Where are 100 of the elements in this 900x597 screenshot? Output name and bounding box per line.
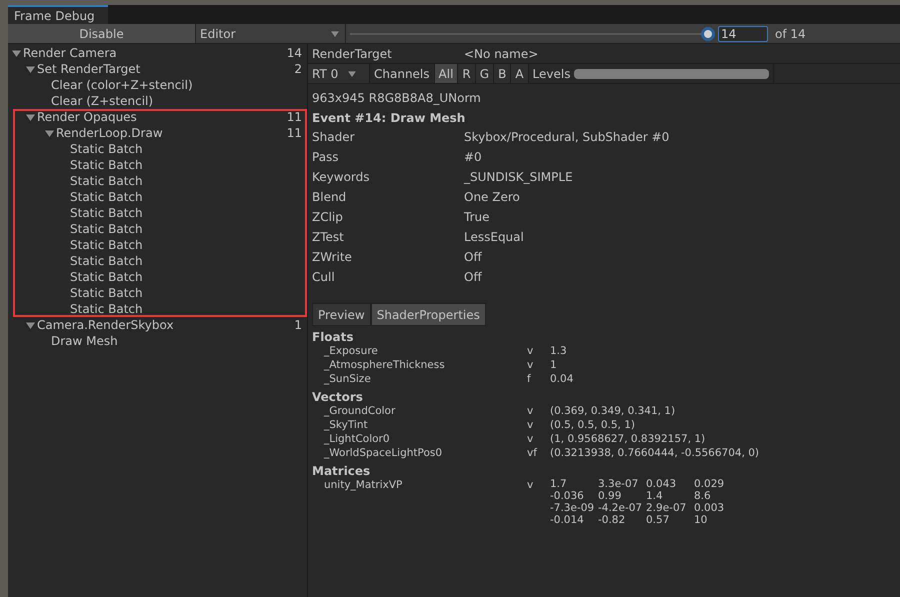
matrix-value: 8.6 bbox=[694, 490, 712, 502]
matrix-value: 3.3e-07 bbox=[598, 478, 640, 490]
tree-item[interactable]: Static Batch bbox=[70, 206, 302, 220]
tree-item[interactable]: Static Batch bbox=[70, 142, 302, 156]
view-tab[interactable]: ShaderProperties bbox=[370, 303, 486, 326]
tree-item[interactable]: Static Batch bbox=[70, 158, 302, 172]
tree-item[interactable]: Set RenderTarget bbox=[37, 62, 294, 76]
section-heading: Matrices bbox=[312, 463, 372, 478]
tree-item[interactable]: RenderLoop.Draw bbox=[56, 126, 287, 140]
shader-property-type: v bbox=[527, 418, 534, 432]
view-tab[interactable]: Preview bbox=[312, 303, 371, 326]
caret-icon[interactable] bbox=[45, 128, 54, 138]
property-label: Shader bbox=[312, 130, 356, 144]
tree-item[interactable]: Camera.RenderSkybox bbox=[37, 318, 294, 332]
field-label: RenderTarget bbox=[312, 46, 393, 60]
event-number-field[interactable]: 14 bbox=[718, 26, 768, 42]
shader-property-value: 1 bbox=[550, 358, 558, 372]
property-value: #0 bbox=[464, 150, 483, 164]
levels-label: Levels bbox=[532, 66, 570, 80]
matrix-value: 0.003 bbox=[694, 502, 726, 514]
property-value: One Zero bbox=[464, 190, 521, 204]
disable-button[interactable]: Disable bbox=[8, 24, 196, 43]
shader-property-value: 1.3 bbox=[550, 344, 568, 358]
channel-toggle[interactable]: G bbox=[476, 64, 494, 83]
property-label: Cull bbox=[312, 270, 336, 284]
event-count: 14 bbox=[286, 46, 302, 60]
event-title: Event #14: Draw Mesh bbox=[312, 110, 466, 127]
channel-toggle[interactable]: R bbox=[458, 64, 476, 83]
shader-property-type: vf bbox=[527, 446, 538, 460]
caret-icon[interactable] bbox=[26, 320, 35, 330]
property-value: True bbox=[464, 210, 490, 224]
matrix-value: 1.7 bbox=[550, 478, 568, 490]
dropdown-arrow-icon[interactable] bbox=[331, 30, 339, 36]
shader-property-value: 0.04 bbox=[550, 372, 574, 386]
property-value: LessEqual bbox=[464, 230, 525, 244]
property-value: Skybox/Procedural, SubShader #0 bbox=[464, 130, 670, 144]
matrix-value: 10 bbox=[694, 514, 708, 526]
matrix-value: -0.82 bbox=[598, 514, 626, 526]
tree-item[interactable]: Static Batch bbox=[70, 302, 302, 316]
shader-property-name: _AtmosphereThickness bbox=[324, 358, 446, 372]
tree-item[interactable]: Static Batch bbox=[70, 190, 302, 204]
caret-icon[interactable] bbox=[12, 48, 21, 58]
shader-property-type: v bbox=[527, 344, 534, 358]
event-count: 11 bbox=[286, 110, 302, 124]
caret-icon[interactable] bbox=[26, 64, 35, 74]
tree-item[interactable]: Render Camera bbox=[23, 46, 287, 60]
matrix-value: -0.036 bbox=[550, 490, 585, 502]
property-label: ZClip bbox=[312, 210, 344, 224]
tree-item[interactable]: Render Opaques bbox=[37, 110, 287, 124]
shader-property-type: f bbox=[527, 372, 532, 386]
matrix-value: 2.9e-07 bbox=[646, 502, 688, 514]
property-label: Pass bbox=[312, 150, 340, 164]
matrix-value: -7.3e-09 bbox=[550, 502, 596, 514]
shader-property-name: _WorldSpaceLightPos0 bbox=[324, 446, 444, 460]
shader-property-type: v bbox=[527, 358, 534, 372]
property-label: ZTest bbox=[312, 230, 345, 244]
caret-icon[interactable] bbox=[26, 112, 35, 122]
property-value: _SUNDISK_SIMPLE bbox=[464, 170, 574, 184]
shader-property-type: v bbox=[527, 478, 534, 493]
shader-property-value: (1, 0.9568627, 0.8392157, 1) bbox=[550, 432, 706, 446]
matrix-value: 0.043 bbox=[646, 478, 678, 490]
matrix-value: 0.029 bbox=[694, 478, 726, 490]
field-value: <No name> bbox=[464, 46, 540, 60]
shader-property-name: _LightColor0 bbox=[324, 432, 391, 446]
shader-property-name: _GroundColor bbox=[324, 404, 396, 418]
channel-toggle[interactable]: B bbox=[494, 64, 512, 83]
event-count: 11 bbox=[286, 126, 302, 140]
shader-property-name: _SkyTint bbox=[324, 418, 369, 432]
channel-toggle[interactable]: A bbox=[511, 64, 529, 83]
shader-property-name: _SunSize bbox=[324, 372, 372, 386]
matrix-value: 0.57 bbox=[646, 514, 670, 526]
shader-property-name: _Exposure bbox=[324, 344, 379, 358]
matrix-value: -4.2e-07 bbox=[598, 502, 644, 514]
matrix-value: -0.014 bbox=[550, 514, 585, 526]
shader-property-value: (0.5, 0.5, 0.5, 1) bbox=[550, 418, 636, 432]
event-count: 1 bbox=[294, 318, 302, 332]
tree-item[interactable]: Static Batch bbox=[70, 222, 302, 236]
event-slider[interactable] bbox=[350, 26, 715, 40]
shader-property-type: v bbox=[527, 404, 534, 418]
tree-item[interactable]: Clear (Z+stencil) bbox=[51, 94, 302, 108]
tree-item[interactable]: Draw Mesh bbox=[51, 334, 302, 348]
tree-item[interactable]: Static Batch bbox=[70, 174, 302, 188]
property-label: Blend bbox=[312, 190, 348, 204]
tree-item[interactable]: Clear (color+Z+stencil) bbox=[51, 78, 302, 92]
tree-item[interactable]: Static Batch bbox=[70, 270, 302, 284]
slider-thumb[interactable] bbox=[701, 26, 715, 40]
shader-property-name: unity_MatrixVP bbox=[324, 478, 404, 493]
tree-item[interactable]: Static Batch bbox=[70, 254, 302, 268]
property-label: ZWrite bbox=[312, 250, 353, 264]
window-tab[interactable]: Frame Debug bbox=[8, 5, 108, 24]
channel-toggle[interactable]: All bbox=[434, 64, 458, 83]
tree-item[interactable]: Static Batch bbox=[70, 286, 302, 300]
tree-item[interactable]: Static Batch bbox=[70, 238, 302, 252]
levels-range-fill[interactable] bbox=[574, 68, 769, 78]
dropdown-arrow-icon[interactable] bbox=[348, 70, 356, 76]
property-label: Keywords bbox=[312, 170, 371, 184]
rt-dropdown[interactable]: RT 0 bbox=[308, 64, 370, 83]
matrix-value: 1.4 bbox=[646, 490, 664, 502]
texture-format: 963x945 R8G8B8A8_UNorm bbox=[312, 90, 482, 107]
event-total: of 14 bbox=[775, 26, 806, 40]
